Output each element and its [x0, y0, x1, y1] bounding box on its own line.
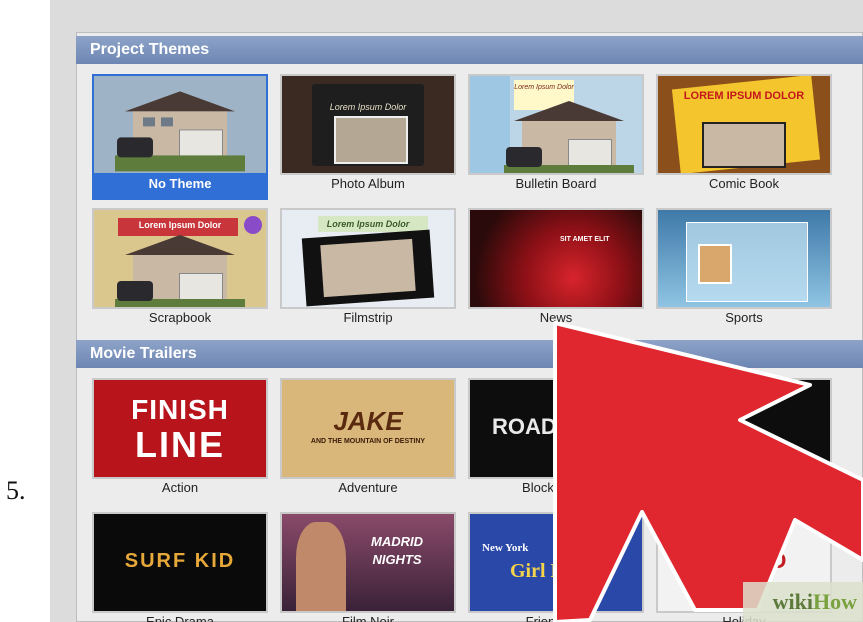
red-arrow-pointer — [553, 321, 863, 622]
wikihow-watermark: wikiHow — [743, 582, 863, 622]
arrow-shape — [553, 321, 863, 622]
step-number: 5. — [6, 476, 26, 505]
theme-browser-panel: Project Themes No Theme Lorem Ipsum Dolo… — [50, 0, 863, 622]
